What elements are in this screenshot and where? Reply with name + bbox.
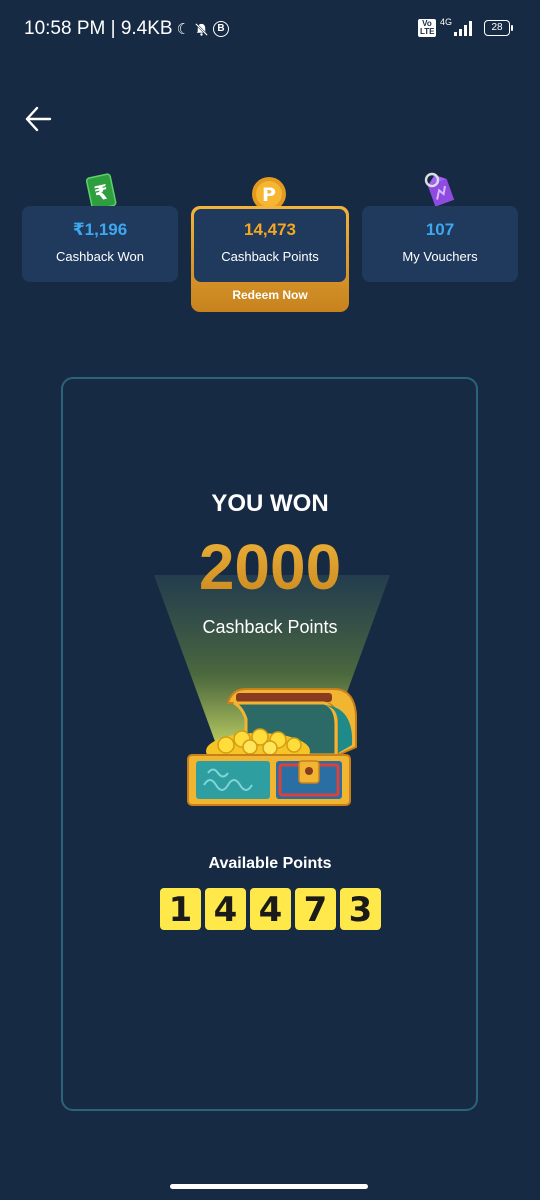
b-badge-icon: B [213, 21, 230, 37]
bell-muted-icon [195, 22, 208, 36]
points-digit: 4 [205, 888, 246, 930]
status-right: Vo LTE 4G 28 [417, 17, 513, 37]
points-digit: 3 [340, 888, 381, 930]
my-vouchers-label: My Vouchers [402, 249, 478, 264]
cashback-won-value: ₹1,196 [72, 220, 128, 239]
back-arrow-icon[interactable] [22, 102, 56, 136]
redeem-now-button[interactable]: Redeem Now [191, 288, 349, 302]
cashback-points-card[interactable]: 14,473 Cashback Points Redeem Now [191, 206, 349, 312]
my-vouchers-value: 107 [425, 220, 455, 239]
available-points-counter: 1 4 4 7 3 [160, 888, 381, 930]
cashback-won-label: Cashback Won [56, 249, 144, 264]
network-type: 4G [439, 17, 452, 27]
cashback-won-card[interactable]: ₹1,196 Cashback Won [22, 206, 178, 282]
moon-icon: ☾ [176, 21, 191, 38]
svg-text:P: P [262, 184, 276, 206]
voucher-tag-icon [424, 172, 455, 207]
won-unit-label: Cashback Points [202, 617, 338, 637]
treasure-chest-icon [187, 688, 357, 806]
points-digit: 4 [250, 888, 291, 930]
cashback-points-value: 14,473 [244, 220, 296, 239]
points-digit: 1 [160, 888, 201, 930]
home-indicator[interactable] [170, 1184, 368, 1189]
volte-icon: Vo LTE [417, 19, 436, 37]
you-won-heading: YOU WON [211, 490, 329, 517]
cashback-points-inner: 14,473 Cashback Points [194, 209, 346, 282]
won-amount: 2000 [0, 530, 540, 604]
status-bar: 10:58 PM | 9.4KB ☾ B Vo LTE 4G 28 [0, 0, 540, 58]
battery-icon: 28 [484, 20, 513, 36]
status-left: 10:58 PM | 9.4KB ☾ B [24, 18, 230, 40]
available-points-label: Available Points [208, 855, 332, 872]
status-time-speed: 10:58 PM | 9.4KB [24, 18, 173, 39]
cashback-points-label: Cashback Points [221, 249, 319, 264]
my-vouchers-card[interactable]: 107 My Vouchers [362, 206, 518, 282]
signal-icon [454, 20, 472, 36]
points-digit: 7 [295, 888, 336, 930]
rupee-note-icon: ₹ [85, 173, 117, 210]
